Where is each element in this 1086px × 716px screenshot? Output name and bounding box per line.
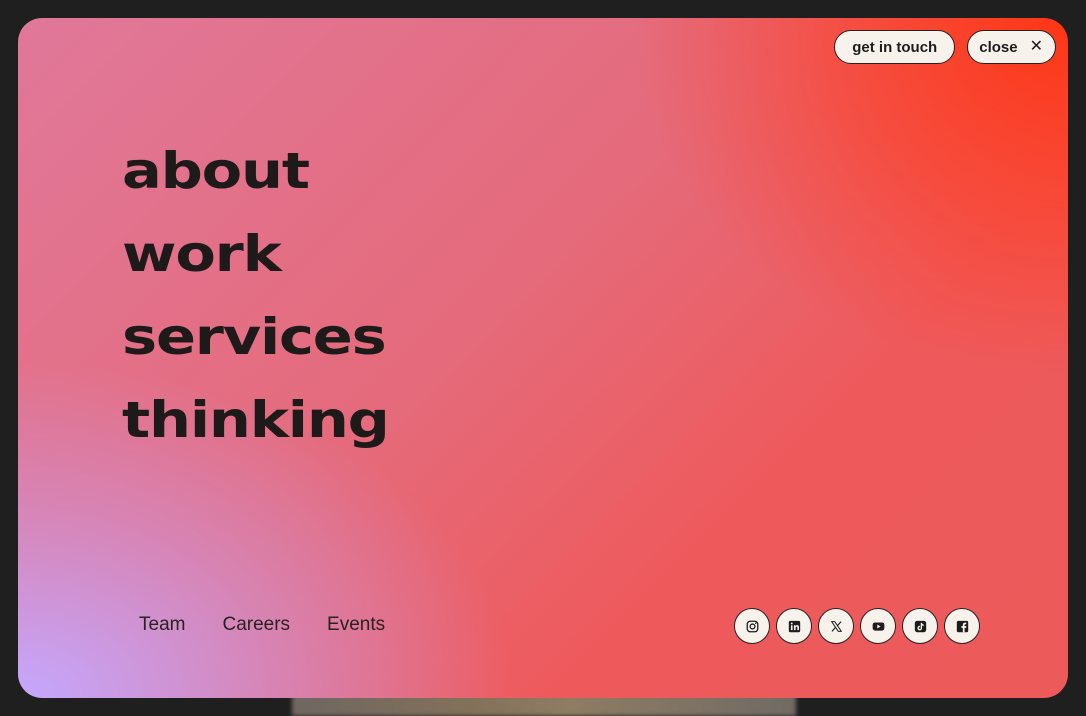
nav-link-about[interactable]: about	[122, 130, 389, 213]
menu-top-actions: get in touch close ✕	[834, 30, 1056, 64]
close-menu-button[interactable]: close ✕	[967, 30, 1056, 64]
instagram-icon	[746, 620, 758, 632]
close-icon: ✕	[1029, 38, 1043, 55]
nav-link-team[interactable]: Team	[139, 614, 185, 636]
tiktok-link[interactable]	[902, 608, 938, 644]
nav-link-events[interactable]: Events	[327, 614, 385, 636]
x-link[interactable]	[818, 608, 854, 644]
instagram-link[interactable]	[734, 608, 770, 644]
youtube-link[interactable]	[860, 608, 896, 644]
linkedin-icon	[788, 620, 800, 632]
navigation-menu-overlay: get in touch close ✕ about work services…	[18, 18, 1068, 698]
x-icon	[830, 620, 842, 632]
facebook-link[interactable]	[944, 608, 980, 644]
close-button-label: close	[979, 38, 1018, 56]
tiktok-icon	[914, 620, 926, 632]
get-in-touch-button[interactable]: get in touch	[834, 30, 956, 64]
nav-link-careers[interactable]: Careers	[222, 614, 290, 636]
nav-link-work[interactable]: work	[122, 213, 389, 296]
nav-link-thinking[interactable]: thinking	[122, 379, 390, 462]
youtube-icon	[872, 621, 884, 631]
main-navigation: about work services thinking	[122, 130, 390, 462]
linkedin-link[interactable]	[776, 608, 812, 644]
facebook-icon	[956, 620, 968, 632]
social-links	[734, 608, 980, 644]
secondary-navigation: Team Careers Events	[139, 614, 385, 636]
nav-link-services[interactable]: services	[122, 296, 389, 379]
